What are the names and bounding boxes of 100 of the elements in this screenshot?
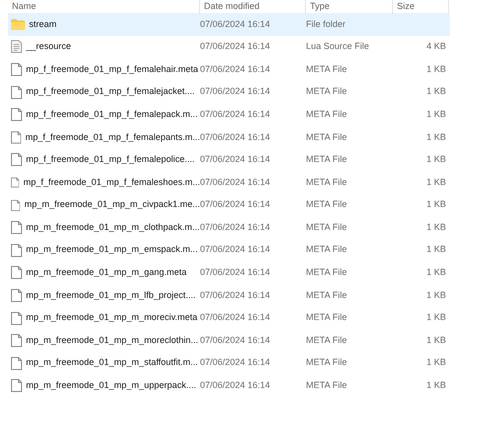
file-name: mp_m_freemode_01_mp_m_staffoutfit.m...: [26, 356, 198, 370]
file-size: 1 KB: [426, 86, 446, 96]
file-row[interactable]: mp_f_freemode_01_mp_f_femalepants.m...07/06/2024 16:14 META File 1 KB: [8, 126, 450, 149]
file-size: 1 KB: [426, 132, 446, 142]
file-type: META File: [306, 290, 347, 300]
date-modified: 07/06/2024 16:14: [200, 86, 270, 96]
date-modified: 07/06/2024 16:14: [200, 132, 270, 142]
file-name: mp_m_freemode_01_mp_m_lfb_project....: [26, 288, 196, 302]
file-icon: [11, 198, 20, 212]
date-modified: 07/06/2024 16:14: [200, 108, 270, 119]
file-size: 1 KB: [426, 244, 446, 254]
file-icon: [11, 62, 22, 76]
file-name: mp_m_freemode_01_mp_m_moreciv.meta: [26, 311, 198, 324]
file-icon: [11, 379, 22, 392]
file-row[interactable]: mp_f_freemode_01_mp_f_femalehair.meta 07/06/2024 16:14 META File 1 KB: [8, 58, 450, 81]
date-modified: 07/06/2024 16:14: [200, 267, 270, 278]
file-icon: [11, 86, 22, 99]
date-modified: 07/06/2024 16:14: [200, 290, 270, 300]
file-type: Lua Source File: [306, 41, 370, 52]
file-row[interactable]: mp_m_freemode_01_mp_m_civpack1.me...07/06/2024 16:14 META File 1 KB: [8, 194, 450, 216]
file-type: META File: [306, 108, 347, 119]
file-name: mp_f_freemode_01_mp_f_femalejacket....: [26, 85, 195, 98]
file-row[interactable]: mp_m_freemode_01_mp_m_upperpack.... 07/06/2024 16:14 META File 1 KB: [8, 374, 450, 398]
date-modified: 07/06/2024 16:14: [200, 380, 270, 390]
date-modified: 07/06/2024 16:14: [200, 41, 270, 52]
file-size: 1 KB: [426, 357, 446, 368]
date-modified: 07/06/2024 16:14: [200, 199, 270, 210]
file-row[interactable]: mp_f_freemode_01_mp_f_femalepack.m... 07/06/2024 16:14 META File 1 KB: [8, 103, 450, 126]
file-size: 1 KB: [426, 380, 446, 390]
date-modified: 07/06/2024 16:14: [200, 18, 270, 29]
file-name: mp_m_freemode_01_mp_m_clothpack.m...: [26, 220, 200, 234]
file-name: mp_f_freemode_01_mp_f_femaleshoes.m...: [23, 176, 200, 189]
file-type: META File: [306, 244, 347, 254]
file-icon: [11, 130, 22, 144]
file-size: 1 KB: [426, 222, 446, 232]
file-icon: [11, 334, 22, 348]
file-size: 1 KB: [426, 312, 446, 322]
file-type: META File: [306, 64, 347, 74]
file-row[interactable]: mp_m_freemode_01_mp_m_moreclothin... 07/06/2024 16:14 META File 1 KB: [8, 329, 450, 352]
file-size: 1 KB: [426, 108, 446, 119]
file-type: META File: [306, 312, 347, 322]
file-icon: [11, 356, 22, 370]
text-file-icon: [11, 40, 22, 54]
file-name: mp_f_freemode_01_mp_f_femalepolice....: [26, 153, 195, 166]
date-modified: 07/06/2024 16:14: [200, 357, 270, 368]
file-name: mp_m_freemode_01_mp_m_gang.meta: [26, 266, 187, 280]
date-modified: 07/06/2024 16:14: [200, 312, 270, 322]
file-name: mp_f_freemode_01_mp_f_femalepants.m...: [25, 130, 200, 144]
file-size: 1 KB: [426, 290, 446, 300]
file-type: META File: [306, 199, 347, 210]
file-type: META File: [306, 334, 347, 345]
file-row[interactable]: __resource 07/06/2024 16:14 Lua Source File 4 KB: [8, 36, 450, 58]
file-icon: [11, 176, 20, 189]
folder-icon: [11, 18, 25, 30]
file-size: 1 KB: [426, 176, 446, 187]
file-row[interactable]: mp_m_freemode_01_mp_m_staffoutfit.m... 07/06/2024 16:14 META File 1 KB: [8, 352, 450, 374]
file-name: stream: [29, 18, 57, 31]
date-modified: 07/06/2024 16:14: [200, 176, 270, 187]
file-name: mp_m_freemode_01_mp_m_moreclothin...: [26, 334, 198, 347]
file-size: 1 KB: [426, 334, 446, 345]
file-size: 1 KB: [426, 267, 446, 278]
file-icon: [11, 266, 22, 280]
file-row[interactable]: mp_m_freemode_01_mp_m_moreciv.meta 07/06/2024 16:14 META File 1 KB: [8, 306, 450, 330]
file-name: mp_m_freemode_01_mp_m_upperpack....: [26, 379, 196, 392]
file-row[interactable]: mp_m_freemode_01_mp_m_lfb_project.... 07/06/2024 16:14 META File 1 KB: [8, 284, 450, 307]
file-type: META File: [306, 222, 347, 232]
file-size: 1 KB: [426, 154, 446, 164]
file-row[interactable]: mp_m_freemode_01_mp_m_clothpack.m...07/06/2024 16:14 META File 1 KB: [8, 216, 450, 239]
file-row[interactable]: mp_m_freemode_01_mp_m_gang.meta 07/06/2024 16:14 META File 1 KB: [8, 262, 450, 284]
file-type: META File: [306, 154, 347, 164]
file-icon: [11, 288, 22, 302]
date-modified: 07/06/2024 16:14: [200, 334, 270, 345]
file-name: mp_f_freemode_01_mp_f_femalehair.meta: [26, 62, 198, 76]
file-row[interactable]: mp_f_freemode_01_mp_f_femalepolice.... 07/06/2024 16:14 META File 1 KB: [8, 148, 450, 172]
file-size: 1 KB: [426, 199, 446, 210]
file-type: META File: [306, 176, 347, 187]
date-modified: 07/06/2024 16:14: [200, 64, 270, 74]
file-type: META File: [306, 132, 347, 142]
file-row[interactable]: stream 07/06/2024 16:14 File folder: [8, 13, 450, 36]
file-row[interactable]: mp_f_freemode_01_mp_f_femaleshoes.m...07/06/2024 16:14 META File 1 KB: [8, 171, 450, 194]
file-name: __resource: [26, 40, 72, 54]
file-row[interactable]: mp_f_freemode_01_mp_f_femalejacket.... 07/06/2024 16:14 META File 1 KB: [8, 80, 450, 104]
file-type: File folder: [306, 18, 346, 29]
file-icon: [11, 221, 22, 234]
file-row[interactable]: mp_m_freemode_01_mp_m_emspack.m... 07/06/2024 16:14 META File 1 KB: [8, 238, 450, 262]
file-name: mp_m_freemode_01_mp_m_civpack1.me...: [24, 198, 200, 212]
date-modified: 07/06/2024 16:14: [200, 244, 270, 254]
file-icon: [11, 153, 22, 166]
file-name: mp_m_freemode_01_mp_m_emspack.m...: [26, 243, 198, 256]
file-type: META File: [306, 357, 347, 368]
date-modified: 07/06/2024 16:14: [200, 222, 270, 232]
file-size: 1 KB: [426, 64, 446, 74]
file-size: 4 KB: [426, 41, 446, 52]
file-type: META File: [306, 267, 347, 278]
file-icon: [11, 244, 22, 257]
file-name: mp_f_freemode_01_mp_f_femalepack.m...: [26, 108, 198, 121]
file-type: META File: [306, 86, 347, 96]
date-modified: 07/06/2024 16:14: [200, 154, 270, 164]
file-icon: [11, 312, 22, 325]
file-type: META File: [306, 380, 347, 390]
